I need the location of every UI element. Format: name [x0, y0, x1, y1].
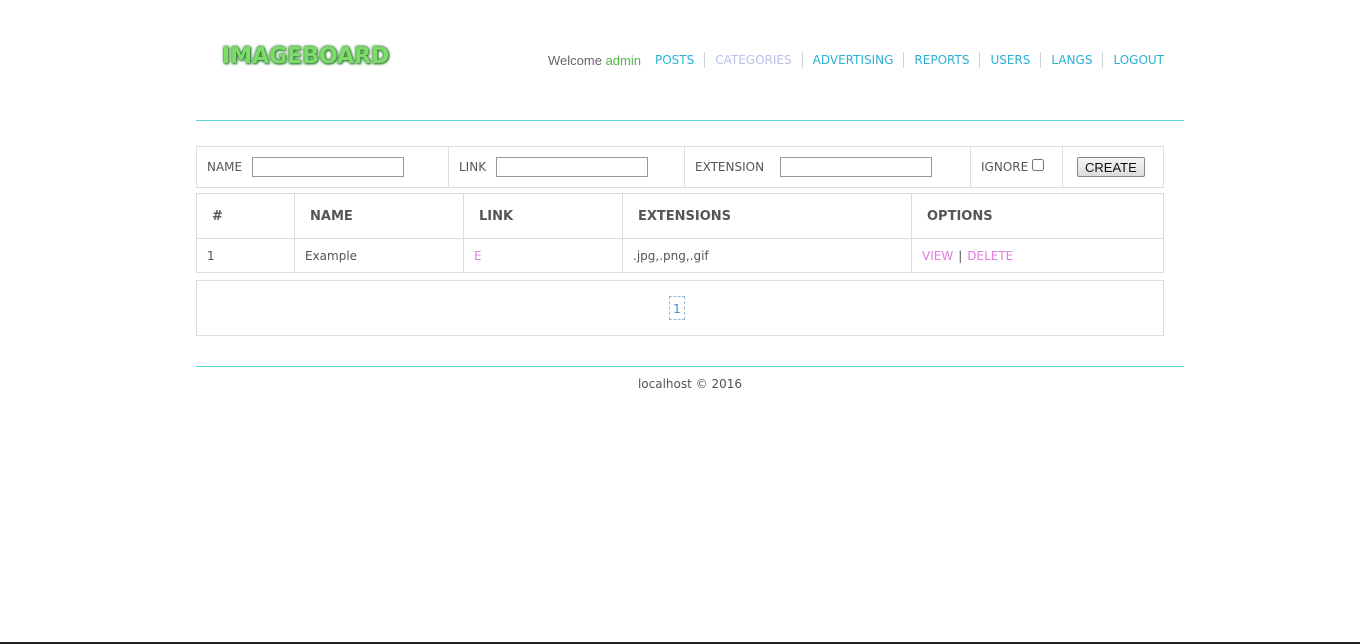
table-row: 1 Example E .jpg,.png,.gif VIEW | DELETE [196, 238, 1164, 273]
page: IMAGEBOARD Welcome admin POSTS CATEGORIE… [0, 0, 1360, 644]
extension-input[interactable] [780, 157, 933, 177]
column-header-name: NAME [294, 193, 464, 239]
table-header-row: # NAME LINK EXTENSIONS OPTIONS [196, 193, 1164, 239]
footer-copyright: localhost © 2016 [637, 377, 743, 391]
top-nav: Welcome admin POSTS CATEGORIES ADVERTISI… [548, 52, 1164, 68]
name-field-cell: NAME [197, 147, 449, 187]
column-header-options: OPTIONS [911, 193, 1164, 239]
create-button[interactable]: CREATE [1077, 157, 1145, 177]
row-options: VIEW | DELETE [911, 238, 1164, 273]
footer-divider [196, 366, 1184, 367]
ignore-field-cell: IGNORE [971, 147, 1063, 187]
nav-reports[interactable]: REPORTS [903, 52, 979, 68]
welcome-message: Welcome admin [548, 53, 641, 68]
extension-label: EXTENSION [695, 160, 765, 174]
name-input[interactable] [252, 157, 405, 177]
link-input[interactable] [496, 157, 649, 177]
nav-langs[interactable]: LANGS [1040, 52, 1102, 68]
nav-posts[interactable]: POSTS [655, 52, 704, 68]
row-id: 1 [196, 238, 295, 273]
nav-advertising[interactable]: ADVERTISING [801, 52, 904, 68]
row-link[interactable]: E [463, 238, 623, 273]
nav-logout[interactable]: LOGOUT [1102, 52, 1164, 68]
nav-categories[interactable]: CATEGORIES [704, 52, 801, 68]
column-header-id: # [196, 193, 295, 239]
ignore-checkbox[interactable] [1032, 159, 1045, 171]
username: admin [605, 52, 641, 68]
welcome-text: Welcome [547, 52, 602, 68]
delete-link[interactable]: DELETE [967, 249, 1013, 263]
create-button-cell: CREATE [1063, 147, 1163, 187]
column-header-link: LINK [463, 193, 623, 239]
page-button-current[interactable]: 1 [669, 296, 685, 320]
site-logo[interactable]: IMAGEBOARD [222, 44, 389, 69]
view-link[interactable]: VIEW [922, 249, 953, 263]
create-category-form: NAME LINK EXTENSION IGNORE CREATE [196, 146, 1164, 188]
nav-users[interactable]: USERS [979, 52, 1040, 68]
pagination: 1 [196, 280, 1164, 336]
extension-field-cell: EXTENSION [685, 147, 971, 187]
column-header-extensions: EXTENSIONS [622, 193, 912, 239]
options-separator: | [958, 248, 963, 263]
row-name: Example [294, 238, 464, 273]
header-divider [196, 120, 1184, 121]
name-label: NAME [207, 160, 243, 174]
row-extensions: .jpg,.png,.gif [622, 238, 912, 273]
link-field-cell: LINK [449, 147, 685, 187]
ignore-label: IGNORE [981, 160, 1029, 174]
categories-table: # NAME LINK EXTENSIONS OPTIONS 1 Example… [196, 193, 1164, 273]
link-label: LINK [459, 160, 487, 174]
